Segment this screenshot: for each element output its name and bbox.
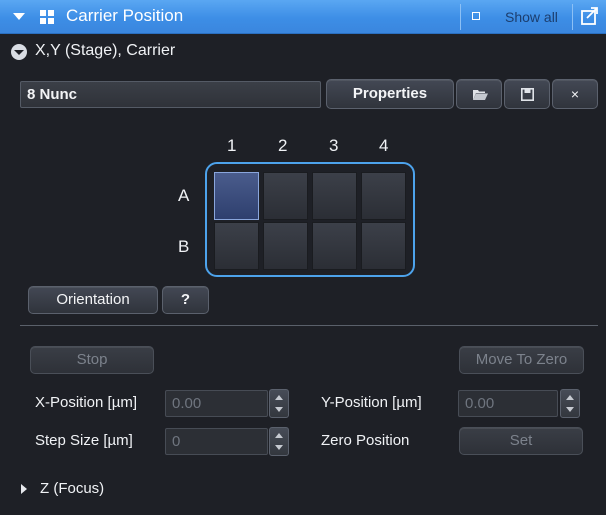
carrier-grid-icon bbox=[40, 10, 54, 24]
set-zero-button[interactable]: Set bbox=[459, 427, 583, 455]
move-to-zero-button[interactable]: Move To Zero bbox=[459, 346, 584, 374]
well-b4[interactable] bbox=[361, 222, 406, 270]
zero-position-label: Zero Position bbox=[321, 432, 410, 449]
step-size-input[interactable]: 0 bbox=[165, 428, 268, 455]
column-label: 4 bbox=[379, 136, 389, 155]
x-position-input[interactable]: 0.00 bbox=[165, 390, 268, 417]
well-a2[interactable] bbox=[263, 172, 308, 220]
help-button[interactable]: ? bbox=[162, 286, 209, 314]
column-label: 3 bbox=[329, 136, 339, 155]
section-divider bbox=[20, 325, 598, 326]
folder-open-icon bbox=[473, 90, 488, 100]
y-position-input[interactable]: 0.00 bbox=[458, 390, 558, 417]
undock-icon[interactable] bbox=[581, 7, 599, 25]
well-a4[interactable] bbox=[361, 172, 406, 220]
title-separator bbox=[460, 4, 461, 30]
collapse-icon[interactable] bbox=[13, 13, 25, 20]
open-folder-button[interactable] bbox=[456, 79, 502, 109]
stage-section-label[interactable]: X,Y (Stage), Carrier bbox=[35, 42, 175, 60]
close-carrier-button[interactable]: × bbox=[552, 79, 598, 109]
panel-title: Carrier Position bbox=[66, 6, 184, 25]
well-b1[interactable] bbox=[214, 222, 259, 270]
well-b2[interactable] bbox=[263, 222, 308, 270]
well-a3[interactable] bbox=[312, 172, 357, 220]
y-position-stepper[interactable] bbox=[560, 389, 580, 418]
column-label: 2 bbox=[278, 136, 288, 155]
stop-button[interactable]: Stop bbox=[30, 346, 154, 374]
x-position-label: X-Position [µm] bbox=[35, 394, 138, 411]
well-b3[interactable] bbox=[312, 222, 357, 270]
orientation-button[interactable]: Orientation bbox=[28, 286, 158, 314]
expand-collapse-icon[interactable] bbox=[11, 44, 27, 60]
save-disk-icon bbox=[521, 88, 534, 101]
step-size-label: Step Size [µm] bbox=[35, 432, 133, 449]
save-button[interactable] bbox=[504, 79, 550, 109]
row-label: A bbox=[178, 186, 190, 205]
x-position-stepper[interactable] bbox=[269, 389, 289, 418]
y-position-label: Y-Position [µm] bbox=[321, 394, 422, 411]
column-label: 1 bbox=[227, 136, 237, 155]
properties-button[interactable]: Properties bbox=[326, 79, 454, 109]
row-label: B bbox=[178, 237, 190, 256]
panel-title-bar[interactable]: Carrier Position Show all bbox=[0, 0, 606, 34]
title-separator-2 bbox=[572, 4, 573, 30]
z-section-label[interactable]: Z (Focus) bbox=[40, 480, 104, 497]
step-size-stepper[interactable] bbox=[269, 427, 289, 456]
well-a1[interactable] bbox=[214, 172, 259, 220]
expand-icon[interactable] bbox=[21, 484, 27, 494]
show-all-checkbox[interactable] bbox=[472, 12, 480, 20]
carrier-name-field[interactable]: 8 Nunc bbox=[20, 81, 321, 108]
show-all-label[interactable]: Show all bbox=[505, 9, 558, 25]
